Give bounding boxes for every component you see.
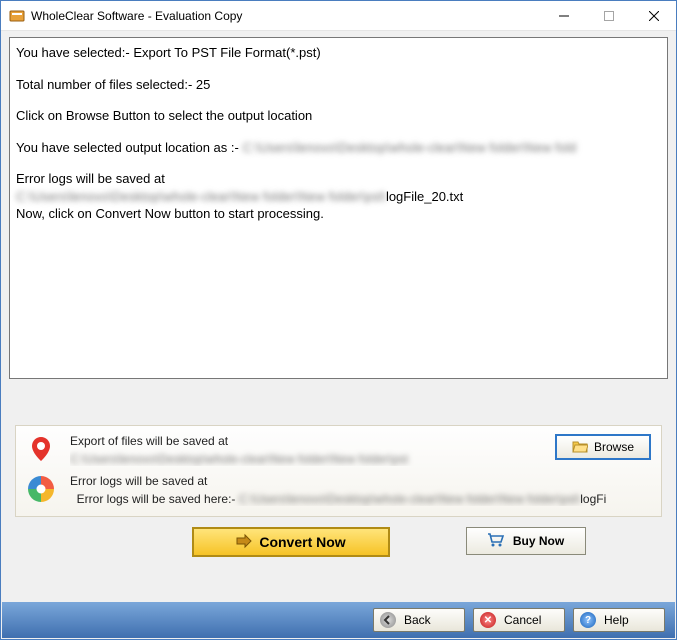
log-line: Total number of files selected:- 25 — [16, 76, 661, 94]
help-button[interactable]: ? Help — [573, 608, 665, 632]
cancel-button[interactable]: ✕ Cancel — [473, 608, 565, 632]
minimize-button[interactable] — [541, 1, 586, 30]
cart-icon — [487, 533, 505, 550]
close-button[interactable] — [631, 1, 676, 30]
error-log-row: Error logs will be saved at Error logs w… — [26, 474, 651, 506]
log-line: You have selected:- Export To PST File F… — [16, 44, 661, 62]
log-panel: You have selected:- Export To PST File F… — [9, 37, 668, 379]
export-location-text: Export of files will be saved at C:\User… — [70, 434, 547, 466]
action-row: Convert Now Buy Now — [15, 527, 662, 557]
window-controls — [541, 1, 676, 30]
pin-icon — [26, 434, 56, 464]
window-title: WholeClear Software - Evaluation Copy — [31, 9, 541, 23]
log-line: Error logs will be saved at — [16, 170, 661, 188]
back-button[interactable]: Back — [373, 608, 465, 632]
convert-icon — [235, 533, 253, 552]
help-question-icon: ? — [580, 612, 596, 628]
app-icon — [9, 8, 25, 24]
buy-now-button[interactable]: Buy Now — [466, 527, 586, 555]
log-line: Now, click on Convert Now button to star… — [16, 205, 661, 223]
convert-now-button[interactable]: Convert Now — [192, 527, 390, 557]
export-location-row: Export of files will be saved at C:\User… — [26, 434, 651, 466]
cancel-x-icon: ✕ — [480, 612, 496, 628]
log-line: Click on Browse Button to select the out… — [16, 107, 661, 125]
footer-bar: Back ✕ Cancel ? Help — [2, 602, 675, 638]
titlebar: WholeClear Software - Evaluation Copy — [1, 1, 676, 31]
maximize-button[interactable] — [586, 1, 631, 30]
pie-icon — [26, 474, 56, 504]
info-panel: Export of files will be saved at C:\User… — [15, 425, 662, 517]
content-area: You have selected:- Export To PST File F… — [1, 31, 676, 557]
browse-button[interactable]: Browse — [555, 434, 651, 460]
app-window: WholeClear Software - Evaluation Copy Yo… — [0, 0, 677, 640]
folder-icon — [572, 439, 588, 456]
log-line: C:\Users\lenovo\Desktop\whole-clear\New … — [16, 188, 661, 206]
error-log-text: Error logs will be saved at Error logs w… — [70, 474, 651, 506]
back-arrow-icon — [380, 612, 396, 628]
spacer — [9, 379, 668, 425]
log-line: You have selected output location as :- … — [16, 139, 661, 157]
